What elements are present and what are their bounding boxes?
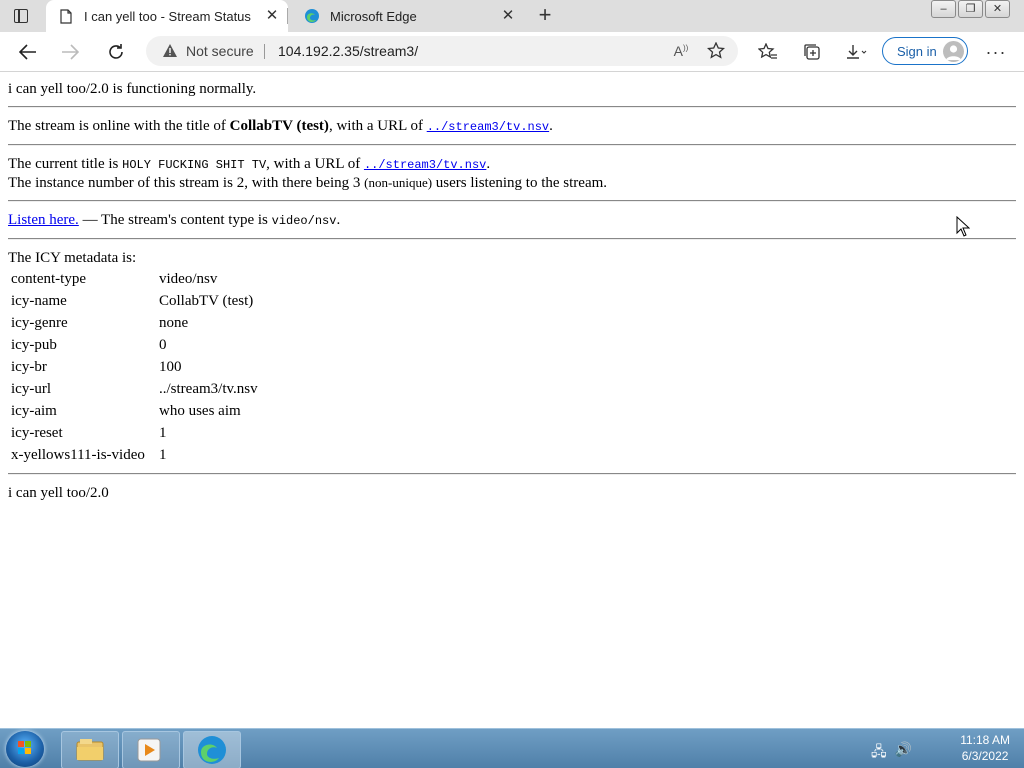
close-window-button[interactable]: ✕ <box>985 0 1010 18</box>
metadata-key: icy-name <box>11 293 67 309</box>
divider <box>8 238 1016 240</box>
metadata-value: 100 <box>159 359 182 375</box>
footer-text: i can yell too/2.0 <box>8 485 109 501</box>
status-line: i can yell too/2.0 is functioning normal… <box>8 81 257 97</box>
address-bar[interactable]: Not secure 104.192.2.35/stream3/ A)) <box>146 36 738 66</box>
add-favorite-icon[interactable] <box>706 41 726 61</box>
sign-in-label: Sign in <box>897 43 937 59</box>
system-tray: 🖧 🔊 <box>871 741 912 765</box>
file-explorer-button[interactable] <box>61 731 119 768</box>
metadata-key: icy-genre <box>11 315 68 331</box>
metadata-value: none <box>159 315 189 331</box>
mouse-cursor <box>956 215 971 242</box>
close-tab-icon[interactable]: ✕ <box>264 8 280 24</box>
listen-line: Listen here. — The stream's content type… <box>8 212 341 228</box>
refresh-button[interactable] <box>104 40 128 64</box>
tab-stream-status[interactable]: I can yell too - Stream Status ✕ <box>46 0 288 32</box>
new-tab-button[interactable]: + <box>534 4 556 26</box>
icy-metadata-table: content-type video/nsv icy-name CollabTV (t… <box>8 267 261 467</box>
read-aloud-icon[interactable]: A)) <box>671 41 691 61</box>
metadata-row: icy-br 100 <box>10 357 259 377</box>
url-text[interactable]: 104.192.2.35/stream3/ <box>278 43 418 59</box>
clock-time: 11:18 AM <box>960 733 1010 747</box>
downloads-icon[interactable] <box>844 40 868 64</box>
metadata-value: 1 <box>159 425 167 441</box>
current-title-line: The current title is HOLY FUCKING SHIT T… <box>8 156 491 172</box>
edge-taskbar-button[interactable] <box>183 731 241 768</box>
metadata-row: icy-reset 1 <box>10 423 259 443</box>
start-button[interactable] <box>6 731 44 767</box>
media-player-button[interactable] <box>122 731 180 768</box>
taskbar: 🖧 🔊 11:18 AM 6/3/2022 <box>0 728 1024 768</box>
file-explorer-icon <box>76 739 104 761</box>
warning-icon[interactable] <box>162 43 178 63</box>
collections-icon[interactable] <box>800 40 824 64</box>
page-icon <box>58 8 74 24</box>
metadata-key: content-type <box>11 271 86 287</box>
avatar-icon <box>943 41 964 62</box>
metadata-value: ../stream3/tv.nsv <box>159 381 258 397</box>
tab-actions-icon[interactable] <box>12 7 30 25</box>
more-options-icon[interactable]: ··· <box>984 40 1008 64</box>
current-url-link[interactable]: ../stream3/tv.nsv <box>364 158 486 172</box>
tab-title: Microsoft Edge <box>330 8 417 24</box>
security-label[interactable]: Not secure <box>186 43 254 59</box>
tab-separator <box>287 8 288 24</box>
toolbar: Not secure 104.192.2.35/stream3/ A)) Sig… <box>0 32 1024 72</box>
current-title: HOLY FUCKING SHIT TV <box>122 158 267 172</box>
restore-button[interactable]: ❐ <box>958 0 983 18</box>
divider <box>8 144 1016 146</box>
metadata-row: icy-genre none <box>10 313 259 333</box>
divider <box>8 106 1016 108</box>
metadata-row: content-type video/nsv <box>10 269 259 289</box>
metadata-key: icy-reset <box>11 425 63 441</box>
volume-icon[interactable]: 🔊 <box>895 741 912 765</box>
tab-microsoft-edge[interactable]: Microsoft Edge ✕ <box>292 0 524 32</box>
media-player-icon <box>137 738 161 762</box>
metadata-value: who uses aim <box>159 403 241 419</box>
divider <box>8 200 1016 202</box>
metadata-key: icy-pub <box>11 337 57 353</box>
stream-url-link[interactable]: ../stream3/tv.nsv <box>427 120 549 134</box>
online-line: The stream is online with the title of C… <box>8 118 553 134</box>
favorites-icon[interactable] <box>756 40 780 64</box>
window-controls: – ❐ ✕ <box>931 0 1010 18</box>
close-tab-icon[interactable]: ✕ <box>500 8 516 24</box>
icy-heading: The ICY metadata is: <box>8 250 137 266</box>
metadata-value: 0 <box>159 337 167 353</box>
metadata-row: icy-name CollabTV (test) <box>10 291 259 311</box>
page-content: i can yell too/2.0 is functioning normal… <box>8 72 1016 502</box>
instance-line: The instance number of this stream is 2,… <box>8 175 608 191</box>
metadata-value: video/nsv <box>159 271 218 287</box>
metadata-key: icy-br <box>11 359 47 375</box>
metadata-key: x-yellows111-is-video <box>11 447 145 463</box>
address-divider <box>264 44 265 59</box>
metadata-key: icy-aim <box>11 403 57 419</box>
tab-title: I can yell too - Stream Status <box>84 8 251 24</box>
metadata-row: icy-url ../stream3/tv.nsv <box>10 379 259 399</box>
metadata-row: icy-aim who uses aim <box>10 401 259 421</box>
forward-button[interactable] <box>58 40 82 64</box>
network-icon[interactable]: 🖧 <box>871 741 887 765</box>
clock-date: 6/3/2022 <box>961 749 1009 763</box>
listen-link[interactable]: Listen here. <box>8 212 79 228</box>
metadata-key: icy-url <box>11 381 51 397</box>
metadata-value: 1 <box>159 447 167 463</box>
divider <box>8 473 1016 475</box>
metadata-row: icy-pub 0 <box>10 335 259 355</box>
metadata-row: x-yellows111-is-video 1 <box>10 445 259 465</box>
edge-icon <box>198 736 226 764</box>
non-unique-note: (non-unique) <box>364 175 433 190</box>
tab-strip: I can yell too - Stream Status ✕ Microso… <box>0 0 1024 32</box>
stream-title: CollabTV (test) <box>229 118 329 134</box>
minimize-button[interactable]: – <box>931 0 956 18</box>
content-type: video/nsv <box>271 214 337 228</box>
back-button[interactable] <box>16 40 40 64</box>
clock[interactable]: 11:18 AM 6/3/2022 <box>960 732 1010 764</box>
sign-in-button[interactable]: Sign in <box>882 37 968 65</box>
metadata-value: CollabTV (test) <box>159 293 254 309</box>
edge-icon <box>304 8 320 24</box>
